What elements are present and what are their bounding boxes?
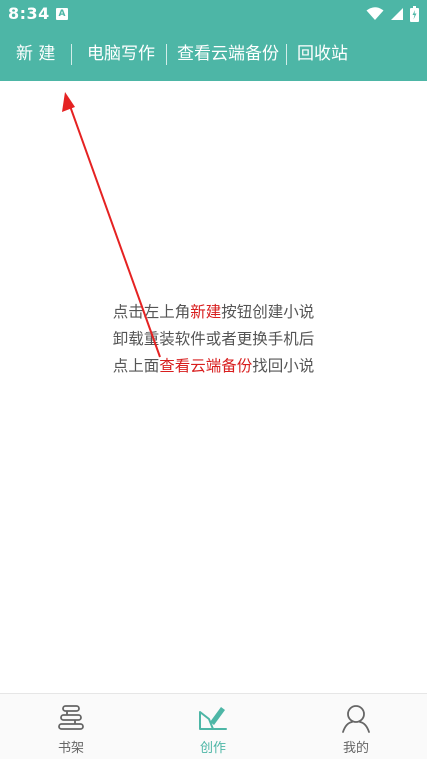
status-icons bbox=[366, 6, 419, 22]
status-time: 8:34 bbox=[8, 4, 50, 23]
hint-text: 点击左上角 bbox=[112, 303, 191, 321]
menu-divider bbox=[286, 44, 287, 65]
nav-label-create: 创作 bbox=[199, 741, 226, 756]
hint-text: 按钮创建小说 bbox=[221, 303, 315, 321]
signal-icon bbox=[391, 8, 403, 20]
hint-line-3: 点上面查看云端备份找回小说 bbox=[0, 353, 427, 380]
nav-label-bookshelf: 书架 bbox=[57, 741, 84, 756]
user-icon bbox=[342, 705, 370, 733]
new-button[interactable]: 新 建 bbox=[16, 28, 55, 81]
top-header: 8:34 A 新 建 电脑写作 查看云端备份 回收站 bbox=[0, 0, 427, 81]
notification-icon: A bbox=[56, 8, 68, 20]
menu-divider bbox=[166, 44, 167, 65]
hint-highlight-new: 新建 bbox=[190, 303, 222, 321]
cloud-backup-button[interactable]: 查看云端备份 bbox=[177, 28, 279, 81]
write-icon bbox=[199, 707, 227, 730]
main-content: 点击左上角新建按钮创建小说 卸载重装软件或者更换手机后 点上面查看云端备份找回小… bbox=[0, 81, 427, 693]
nav-label-mine: 我的 bbox=[342, 741, 369, 756]
pc-writing-button[interactable]: 电脑写作 bbox=[87, 28, 155, 81]
bookshelf-icon bbox=[58, 705, 84, 730]
nav-create[interactable]: 创作 bbox=[142, 694, 284, 760]
hint-text: 点上面 bbox=[112, 357, 160, 375]
menu-divider bbox=[71, 44, 72, 65]
empty-hint: 点击左上角新建按钮创建小说 卸载重装软件或者更换手机后 点上面查看云端备份找回小… bbox=[0, 299, 427, 380]
status-bar: 8:34 A bbox=[0, 0, 427, 28]
nav-bookshelf[interactable]: 书架 bbox=[0, 694, 142, 760]
battery-icon bbox=[410, 6, 419, 22]
hint-line-1: 点击左上角新建按钮创建小说 bbox=[0, 299, 427, 326]
recycle-bin-button[interactable]: 回收站 bbox=[297, 28, 348, 81]
wifi-icon bbox=[366, 7, 384, 20]
bottom-nav: 书架 创作 我的 bbox=[0, 693, 427, 759]
hint-text: 找回小说 bbox=[252, 357, 315, 375]
top-menu: 新 建 电脑写作 查看云端备份 回收站 bbox=[0, 28, 427, 81]
hint-highlight-cloud: 查看云端备份 bbox=[159, 357, 253, 375]
nav-mine[interactable]: 我的 bbox=[285, 694, 427, 760]
hint-line-2: 卸载重装软件或者更换手机后 bbox=[112, 330, 315, 348]
